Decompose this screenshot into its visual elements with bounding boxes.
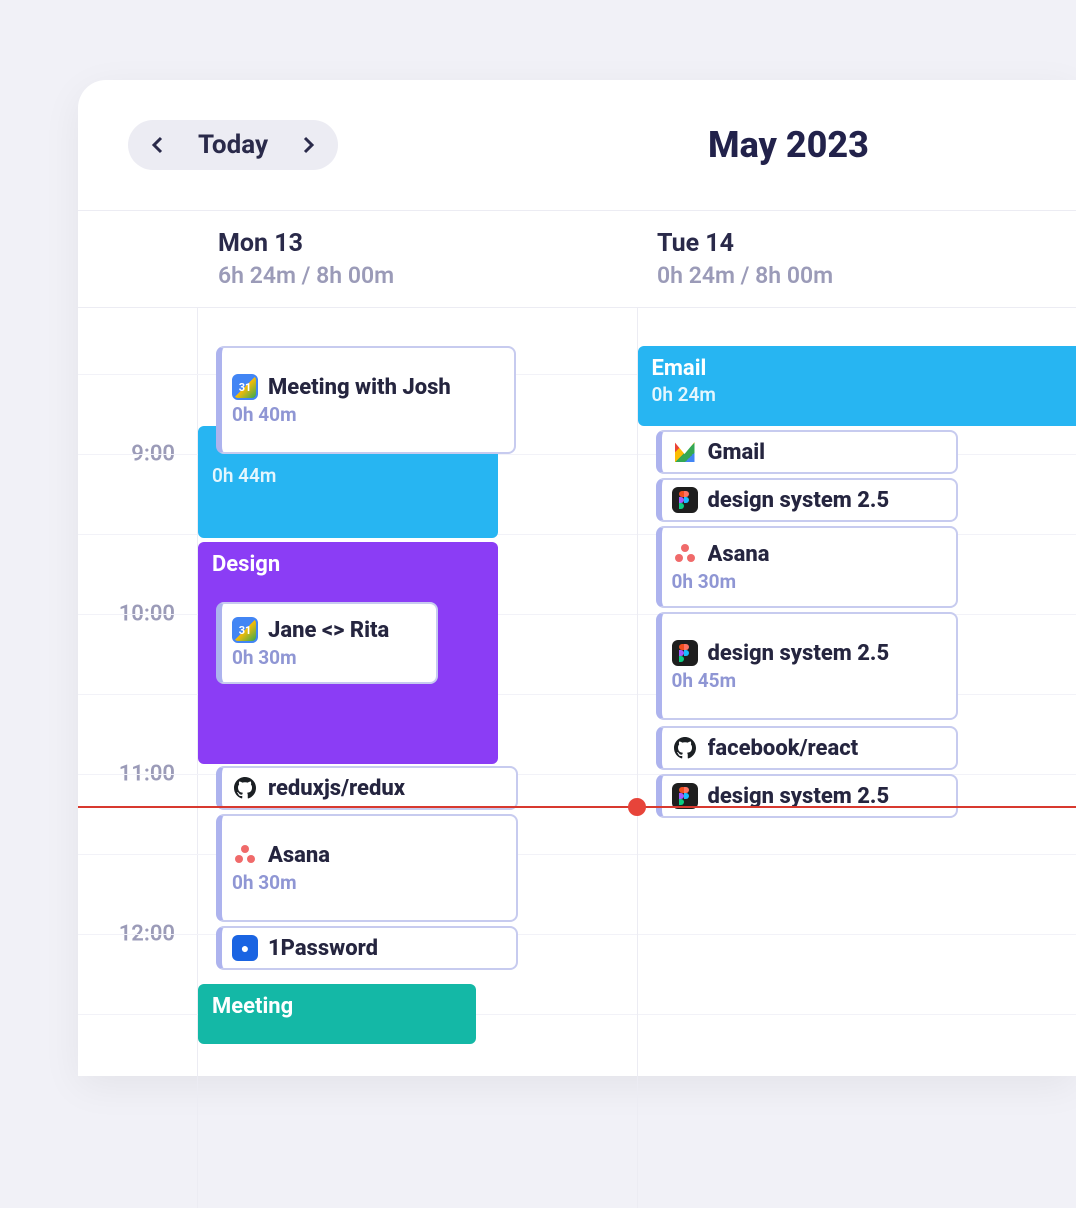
today-label[interactable]: Today <box>198 130 268 160</box>
asana-icon <box>672 541 698 567</box>
event-card-asana-mon[interactable]: Asana 0h 30m <box>216 814 518 922</box>
calendar-grid: 9:00 10:00 11:00 12:00 0h 44m 31 Meeting… <box>78 308 1076 1208</box>
event-card-meeting-josh[interactable]: 31 Meeting with Josh 0h 40m <box>216 346 516 454</box>
now-indicator-line <box>78 806 1076 808</box>
day-column-tue[interactable]: Email 0h 24m Gmail design system 2.5 As <box>638 308 1076 1208</box>
event-card-fbreact[interactable]: facebook/react <box>656 726 958 770</box>
event-card-gmail[interactable]: Gmail <box>656 430 958 474</box>
onepassword-icon: ● <box>232 935 258 961</box>
event-block-email[interactable]: Email 0h 24m <box>638 346 1076 426</box>
calendar-window: Today May 2023 Mon 13 6h 24m / 8h 00m Tu… <box>78 80 1076 1076</box>
figma-icon <box>672 640 698 666</box>
event-card-ds1[interactable]: design system 2.5 <box>656 478 958 522</box>
now-indicator-dot <box>628 798 646 816</box>
day-headers: Mon 13 6h 24m / 8h 00m Tue 14 0h 24m / 8… <box>78 211 1076 308</box>
header: Today May 2023 <box>78 80 1076 211</box>
event-card-asana-tue[interactable]: Asana 0h 30m <box>656 526 958 608</box>
event-card-ds2[interactable]: design system 2.5 0h 45m <box>656 612 958 720</box>
gmail-icon <box>672 439 698 465</box>
event-card-redux[interactable]: reduxjs/redux <box>216 766 518 810</box>
event-card-1password[interactable]: ● 1Password <box>216 926 518 970</box>
time-gutter: 9:00 10:00 11:00 12:00 <box>78 308 198 1208</box>
event-card-ds3[interactable]: design system 2.5 <box>656 774 958 818</box>
today-pill: Today <box>128 120 338 170</box>
day-column-mon[interactable]: 0h 44m 31 Meeting with Josh 0h 40m Desig… <box>198 308 638 1208</box>
month-title: May 2023 <box>708 124 869 166</box>
asana-icon <box>232 842 258 868</box>
gcal-icon: 31 <box>232 374 258 400</box>
github-icon <box>232 775 258 801</box>
github-icon <box>672 735 698 761</box>
next-button[interactable] <box>296 133 320 157</box>
prev-button[interactable] <box>146 133 170 157</box>
day-header-mon[interactable]: Mon 13 6h 24m / 8h 00m <box>198 211 637 307</box>
event-block-meeting[interactable]: Meeting <box>198 984 476 1044</box>
figma-icon <box>672 487 698 513</box>
gcal-icon: 31 <box>232 617 258 643</box>
day-header-tue[interactable]: Tue 14 0h 24m / 8h 00m <box>637 211 1076 307</box>
event-card-jane-rita[interactable]: 31 Jane <> Rita 0h 30m <box>216 602 438 684</box>
